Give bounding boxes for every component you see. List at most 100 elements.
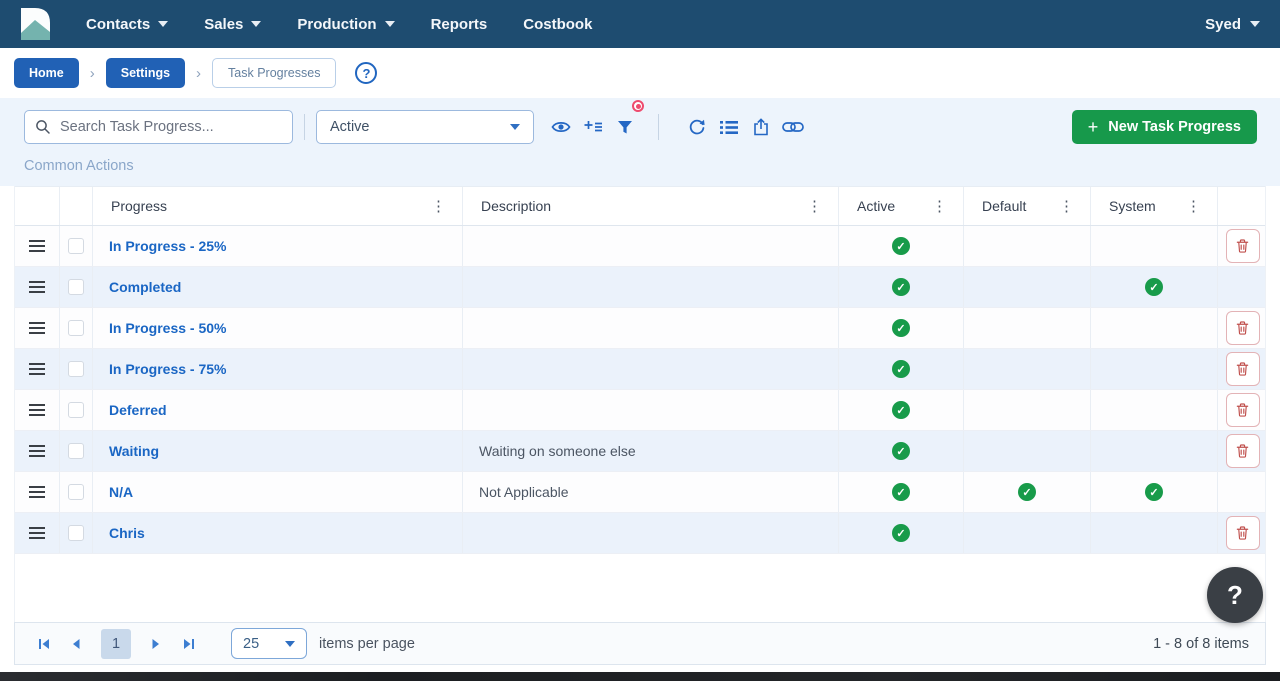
- description-cell: [463, 349, 839, 389]
- toolbar-divider: [658, 114, 659, 140]
- table-empty-area: [14, 554, 1266, 622]
- trash-icon: [1236, 444, 1249, 458]
- progress-link[interactable]: Completed: [93, 279, 181, 295]
- nav-item-contacts[interactable]: Contacts: [86, 16, 169, 33]
- row-checkbox[interactable]: [68, 361, 84, 377]
- delete-button[interactable]: [1225, 352, 1260, 386]
- chevron-down-icon: [384, 21, 395, 27]
- delete-button[interactable]: [1225, 229, 1260, 263]
- progress-link[interactable]: In Progress - 75%: [93, 361, 227, 377]
- page-number-button[interactable]: 1: [101, 628, 131, 659]
- progress-cell: Waiting: [93, 431, 463, 471]
- drag-handle-icon[interactable]: [29, 327, 45, 329]
- export-icon[interactable]: [746, 112, 776, 142]
- app-logo-icon[interactable]: [14, 5, 54, 43]
- progress-link[interactable]: In Progress - 50%: [93, 320, 227, 336]
- progress-link[interactable]: N/A: [93, 484, 133, 500]
- column-menu-icon[interactable]: ⋮: [1186, 197, 1217, 215]
- nav-item-production[interactable]: Production: [297, 16, 395, 33]
- progress-link[interactable]: Waiting: [93, 443, 159, 459]
- progress-cell: N/A: [93, 472, 463, 512]
- description-cell: Not Applicable: [463, 472, 839, 512]
- floating-help-button[interactable]: ?: [1207, 567, 1263, 623]
- toolbar-divider: [304, 114, 305, 140]
- delete-button[interactable]: [1225, 516, 1260, 550]
- trash-icon: [1236, 362, 1249, 376]
- default-cell: ✓: [964, 431, 1091, 471]
- column-menu-icon[interactable]: ⋮: [1059, 197, 1090, 215]
- delete-button[interactable]: [1225, 393, 1260, 427]
- checkbox-cell: [60, 472, 93, 512]
- default-cell: ✓: [964, 349, 1091, 389]
- drag-handle-icon[interactable]: [29, 368, 45, 370]
- nav-item-reports[interactable]: Reports: [431, 16, 488, 33]
- delete-button[interactable]: [1225, 311, 1260, 345]
- header-checkbox-column: [60, 187, 93, 225]
- next-page-button[interactable]: [143, 631, 169, 657]
- progress-link[interactable]: In Progress - 25%: [93, 238, 227, 254]
- column-menu-icon[interactable]: ⋮: [431, 197, 462, 215]
- previous-page-button[interactable]: [63, 631, 89, 657]
- progress-link[interactable]: Chris: [93, 525, 145, 541]
- drag-handle-icon[interactable]: [29, 532, 45, 534]
- link-icon[interactable]: [778, 112, 808, 142]
- row-checkbox[interactable]: [68, 279, 84, 295]
- drag-handle-icon[interactable]: [29, 450, 45, 452]
- user-menu[interactable]: Syed: [1205, 16, 1260, 33]
- description-cell: [463, 513, 839, 553]
- row-checkbox[interactable]: [68, 484, 84, 500]
- delete-button[interactable]: [1225, 434, 1260, 468]
- search-input[interactable]: [60, 119, 282, 135]
- new-task-progress-button[interactable]: + New Task Progress: [1071, 110, 1257, 144]
- column-title: System: [1109, 198, 1156, 214]
- page-help-icon[interactable]: ?: [355, 62, 378, 84]
- actions-cell: [1218, 431, 1267, 471]
- refresh-icon[interactable]: [682, 112, 712, 142]
- page-size-dropdown[interactable]: 25: [231, 628, 307, 659]
- actions-cell: [1218, 349, 1267, 389]
- filter-icon[interactable]: [610, 100, 644, 142]
- plus-icon: +: [1087, 117, 1099, 137]
- breadcrumb-settings-button[interactable]: Settings: [105, 58, 186, 88]
- pagination-bar: 1 25 items per page 1 - 8 of 8 items: [14, 622, 1266, 665]
- default-cell: ✓: [964, 308, 1091, 348]
- breadcrumb-home-button[interactable]: Home: [14, 58, 79, 88]
- header-default: Default ⋮: [964, 187, 1091, 225]
- nav-item-sales[interactable]: Sales: [204, 15, 262, 33]
- actions-cell: [1218, 390, 1267, 430]
- actions-cell: [1218, 308, 1267, 348]
- row-checkbox[interactable]: [68, 402, 84, 418]
- drag-handle-icon[interactable]: [29, 245, 45, 247]
- search-icon: [36, 120, 50, 134]
- column-menu-icon[interactable]: ⋮: [932, 197, 963, 215]
- progress-link[interactable]: Deferred: [93, 402, 167, 418]
- breadcrumb-separator: ›: [89, 64, 95, 82]
- row-checkbox[interactable]: [68, 238, 84, 254]
- nav-item-label: Sales: [204, 15, 244, 33]
- nav-item-costbook[interactable]: Costbook: [523, 16, 592, 33]
- drag-handle-icon[interactable]: [29, 491, 45, 493]
- row-checkbox[interactable]: [68, 320, 84, 336]
- default-cell: ✓: [964, 390, 1091, 430]
- active-cell: ✓: [839, 308, 964, 348]
- drag-handle-icon[interactable]: [29, 286, 45, 288]
- status-filter-dropdown[interactable]: Active: [316, 110, 534, 144]
- progress-cell: Chris: [93, 513, 463, 553]
- eye-icon[interactable]: [546, 112, 576, 142]
- active-cell: ✓: [839, 267, 964, 307]
- list-view-icon[interactable]: [714, 112, 744, 142]
- first-page-button[interactable]: [31, 631, 57, 657]
- column-title: Default: [982, 198, 1027, 214]
- row-checkbox[interactable]: [68, 525, 84, 541]
- row-checkbox[interactable]: [68, 443, 84, 459]
- drag-handle-icon[interactable]: [29, 409, 45, 411]
- trash-icon: [1236, 526, 1249, 540]
- last-page-button[interactable]: [175, 631, 201, 657]
- task-progress-table: Progress ⋮ Description ⋮ Active ⋮ Defaul…: [14, 186, 1266, 554]
- header-description: Description ⋮: [463, 187, 839, 225]
- add-column-icon[interactable]: [578, 112, 608, 142]
- breadcrumb: Home › Settings › Task Progresses ?: [0, 48, 1280, 98]
- items-per-page-label: items per page: [319, 635, 415, 652]
- column-menu-icon[interactable]: ⋮: [807, 197, 838, 215]
- default-cell: ✓: [964, 226, 1091, 266]
